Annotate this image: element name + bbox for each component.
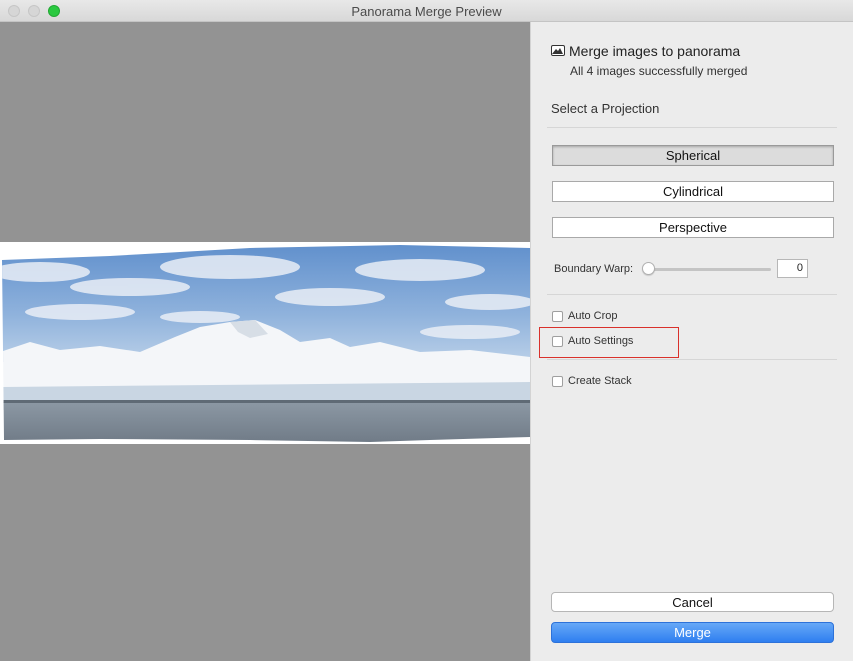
divider <box>547 294 837 295</box>
merge-status-text: All 4 images successfully merged <box>570 64 748 78</box>
boundary-warp-slider-thumb[interactable] <box>642 262 655 275</box>
projection-label: Select a Projection <box>551 101 660 116</box>
divider <box>547 359 837 360</box>
divider <box>547 127 837 128</box>
cancel-button[interactable]: Cancel <box>551 592 834 612</box>
create-stack-label[interactable]: Create Stack <box>568 375 632 387</box>
header-title: Merge images to panorama <box>569 43 741 59</box>
boundary-warp-value-field[interactable]: 0 <box>777 259 808 278</box>
panorama-merge-window: Panorama Merge Preview Merge images to p… <box>0 0 853 661</box>
perspective-button[interactable]: Perspective <box>552 217 834 238</box>
panorama-preview-image <box>0 242 530 444</box>
title-bar: Panorama Merge Preview <box>0 0 853 22</box>
boundary-warp-label: Boundary Warp: <box>554 263 634 275</box>
merge-options-panel: Merge images to panorama All 4 images su… <box>530 22 853 661</box>
auto-crop-label[interactable]: Auto Crop <box>568 310 618 322</box>
image-icon <box>551 45 565 56</box>
auto-settings-checkbox[interactable] <box>552 336 563 347</box>
create-stack-checkbox[interactable] <box>552 376 563 387</box>
auto-settings-label[interactable]: Auto Settings <box>568 335 633 347</box>
spherical-button[interactable]: Spherical <box>552 145 834 166</box>
merge-button[interactable]: Merge <box>551 622 834 643</box>
auto-crop-checkbox[interactable] <box>552 311 563 322</box>
cylindrical-button[interactable]: Cylindrical <box>552 181 834 202</box>
boundary-warp-slider[interactable] <box>647 268 771 271</box>
window-title: Panorama Merge Preview <box>351 4 502 19</box>
preview-area <box>0 22 530 661</box>
